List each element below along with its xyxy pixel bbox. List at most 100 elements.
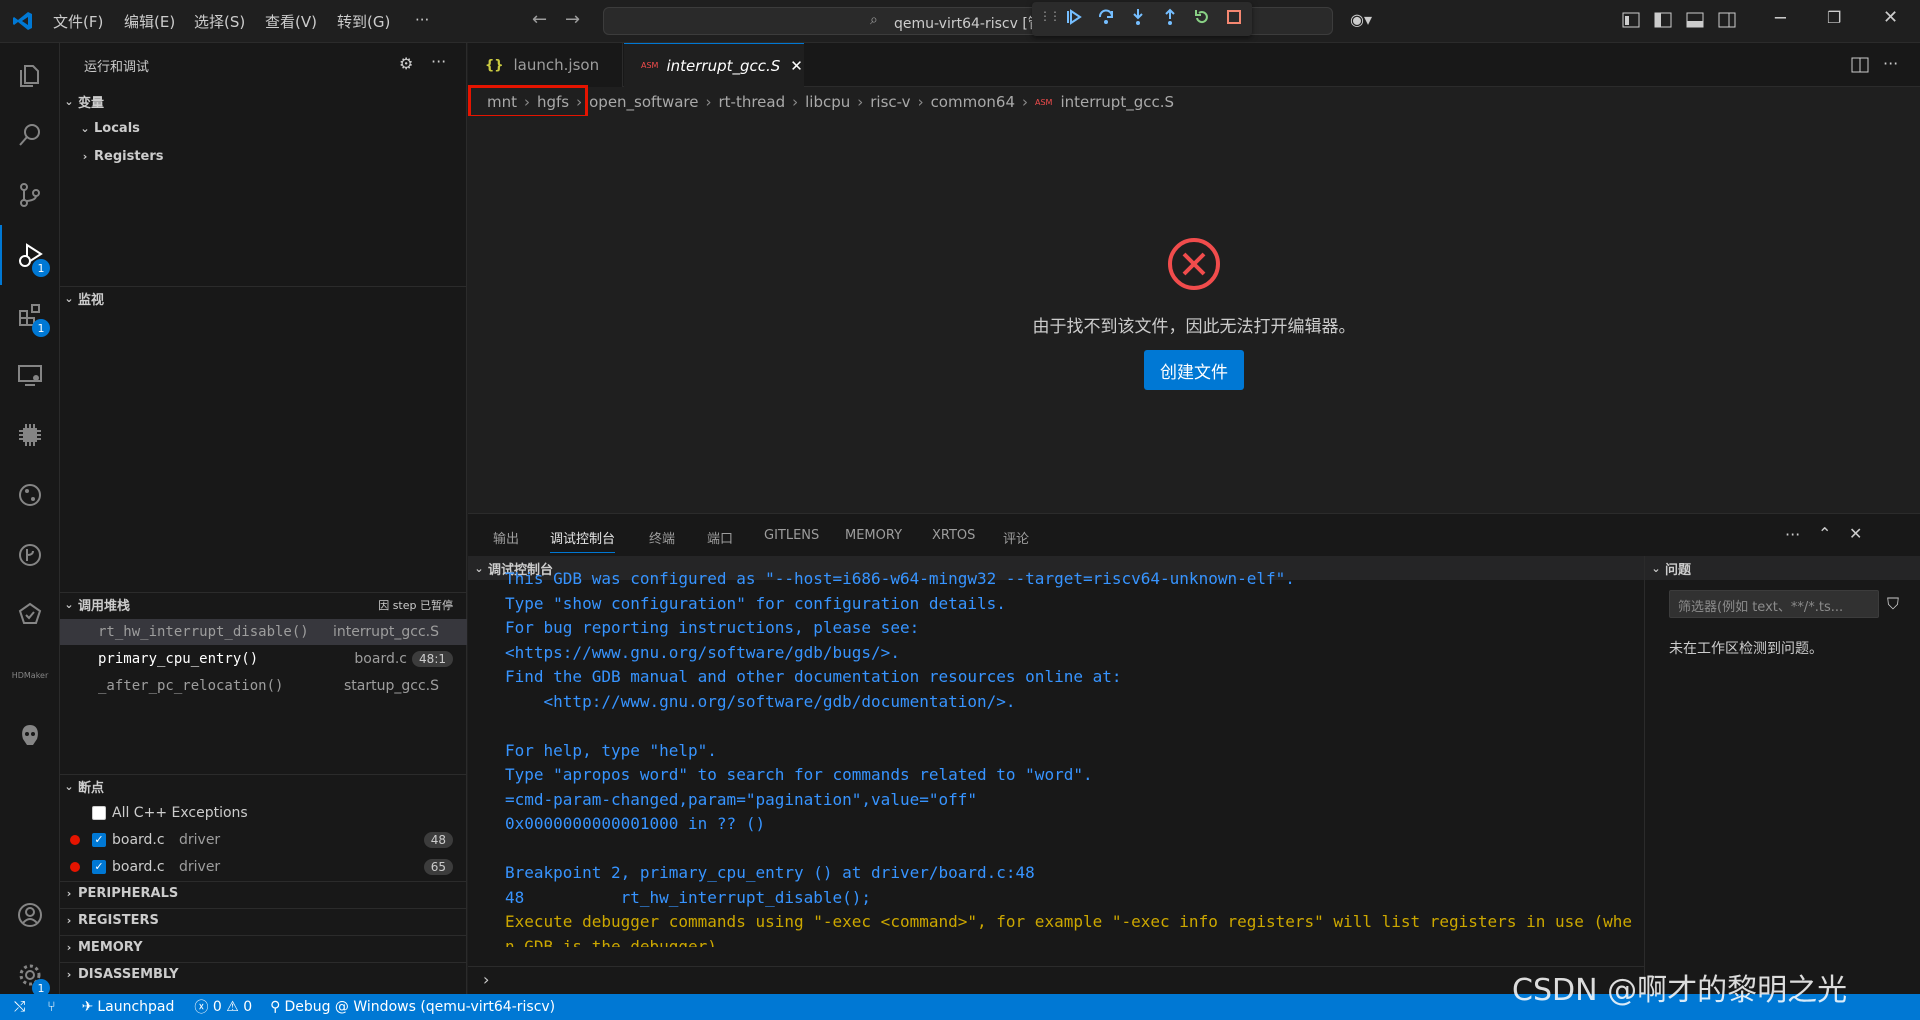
problems-status[interactable]: ⓧ 0 ⚠ 0 <box>194 997 252 1017</box>
account-icon[interactable] <box>0 885 60 945</box>
watch-section-header[interactable]: ⌄ 监视 <box>60 286 467 310</box>
toggle-panel-icon[interactable] <box>1686 12 1704 28</box>
debug-status[interactable]: ⚲ Debug @ Windows (qemu-virt64-riscv) <box>270 999 555 1015</box>
menu-file[interactable]: 文件(F) <box>53 11 103 32</box>
copilot-icon[interactable]: ◉▾ <box>1350 10 1372 29</box>
nav-back-icon[interactable]: ← <box>532 9 547 30</box>
breadcrumb-item[interactable]: open_software <box>589 93 698 111</box>
gitlens-icon[interactable] <box>0 525 60 585</box>
continue-icon[interactable] <box>1065 8 1083 26</box>
tab-ports[interactable]: 端口 <box>707 528 733 547</box>
create-file-button[interactable]: 创建文件 <box>1144 350 1244 390</box>
sidebar-title: 运行和调试 <box>84 60 150 75</box>
tab-launch-json[interactable]: {} launch.json <box>468 43 623 87</box>
close-window-icon[interactable]: ✕ <box>1883 7 1898 28</box>
memory-section-header[interactable]: › MEMORY <box>60 935 467 959</box>
tab-comments[interactable]: 评论 <box>1003 528 1029 547</box>
variables-section-header[interactable]: ⌄ 变量 <box>60 89 467 113</box>
debug-settings-gear-icon[interactable]: ⚙ <box>399 54 413 73</box>
restart-icon[interactable] <box>1193 8 1211 26</box>
menu-go[interactable]: 转到(G) <box>337 11 390 32</box>
git-graph-icon[interactable] <box>0 465 60 525</box>
console-input[interactable]: › <box>468 966 1644 995</box>
console-line: Type "apropos word" to search for comman… <box>505 765 1093 784</box>
debug-console-output[interactable]: This GDB was configured as "--host=i686-… <box>468 567 1644 947</box>
source-control-icon[interactable] <box>0 165 60 225</box>
editor-more-icon[interactable]: ··· <box>1883 54 1898 73</box>
checkbox[interactable] <box>92 806 106 820</box>
debug-status-label: Debug @ Windows (qemu-virt64-riscv) <box>284 999 556 1015</box>
menu-edit[interactable]: 编辑(E) <box>124 11 175 32</box>
chip-icon[interactable] <box>0 405 60 465</box>
breakpoint-item[interactable]: ✓ board.c driver 48 <box>60 827 467 853</box>
close-panel-icon[interactable]: ✕ <box>1849 524 1862 543</box>
sidebar-more-icon[interactable]: ··· <box>431 52 446 71</box>
disassembly-section-header[interactable]: › DISASSEMBLY <box>60 962 467 986</box>
callstack-frame[interactable]: _after_pc_relocation() startup_gcc.S <box>60 673 467 699</box>
breadcrumb-item[interactable]: interrupt_gcc.S <box>1060 93 1174 111</box>
breadcrumb-item[interactable]: rt-thread <box>718 93 785 111</box>
registers-scope[interactable]: › Registers <box>60 143 467 169</box>
problems-filter-input[interactable]: 筛选器(例如 text、**/*.ts... <box>1669 590 1879 618</box>
breakpoints-section-header[interactable]: ⌄ 断点 <box>60 774 467 798</box>
hdmaker-icon[interactable]: HDMaker <box>0 645 60 705</box>
breadcrumb: mnt › hgfs › open_software › rt-thread › lib… <box>468 85 1920 118</box>
menu-view[interactable]: 查看(V) <box>265 11 317 32</box>
split-editor-icon[interactable] <box>1851 57 1869 73</box>
tab-debug-console[interactable]: 调试控制台 <box>550 528 616 553</box>
close-tab-icon[interactable]: ✕ <box>790 57 803 75</box>
breadcrumb-item[interactable]: libcpu <box>805 93 850 111</box>
breadcrumb-item[interactable]: common64 <box>931 93 1015 111</box>
checkbox-checked[interactable]: ✓ <box>92 860 106 874</box>
exception-breakpoint[interactable]: All C++ Exceptions <box>60 800 467 826</box>
menu-more[interactable]: ··· <box>415 11 429 29</box>
tab-interrupt-gcc[interactable]: ASM interrupt_gcc.S ✕ <box>624 43 804 87</box>
callstack-frame[interactable]: rt_hw_interrupt_disable() interrupt_gcc.S <box>60 619 467 645</box>
breakpoint-dir: driver <box>179 832 221 848</box>
step-over-icon[interactable] <box>1097 8 1115 26</box>
panel-more-icon[interactable]: ··· <box>1785 525 1800 544</box>
step-into-icon[interactable] <box>1129 8 1147 26</box>
problems-header[interactable]: ⌄ 问题 <box>1645 556 1920 580</box>
customize-layout-icon[interactable] <box>1622 12 1640 28</box>
breadcrumb-item[interactable]: risc-v <box>870 93 910 111</box>
locals-scope[interactable]: ⌄ Locals <box>60 115 467 141</box>
launchpad-item[interactable]: ✈ Launchpad <box>82 999 175 1015</box>
registers-section-header[interactable]: › REGISTERS <box>60 908 467 932</box>
run-debug-icon[interactable]: 1 <box>0 225 60 285</box>
menu-selection[interactable]: 选择(S) <box>194 11 245 32</box>
platformio-icon[interactable] <box>0 705 60 765</box>
watermark: CSDN @啊才的黎明之光 <box>1512 973 1848 1008</box>
stop-icon[interactable] <box>1225 8 1243 26</box>
tab-terminal[interactable]: 终端 <box>649 528 675 547</box>
extensions-icon[interactable]: 1 <box>0 285 60 345</box>
checkbox-checked[interactable]: ✓ <box>92 833 106 847</box>
breakpoint-dot-icon <box>70 835 80 845</box>
toggle-sidebar-icon[interactable] <box>1654 12 1672 28</box>
tab-gitlens[interactable]: GITLENS <box>764 528 819 543</box>
git-graph-status-icon[interactable]: ⑂ <box>47 999 55 1015</box>
step-out-icon[interactable] <box>1161 8 1179 26</box>
testing-icon[interactable] <box>0 585 60 645</box>
peripherals-section-header[interactable]: › PERIPHERALS <box>60 881 467 905</box>
remote-explorer-icon[interactable] <box>0 345 60 405</box>
search-icon[interactable] <box>0 105 60 165</box>
chevron-right-icon: › <box>792 93 799 111</box>
tab-output[interactable]: 输出 <box>493 528 519 547</box>
restore-icon[interactable]: ❐ <box>1827 8 1841 27</box>
warning-status-icon: ⚠ <box>226 999 239 1015</box>
filter-icon[interactable]: ⛉ <box>1887 594 1899 614</box>
drag-handle-icon[interactable]: ⋮⋮ <box>1039 9 1061 23</box>
breakpoint-item[interactable]: ✓ board.c driver 65 <box>60 854 467 880</box>
remote-indicator-icon[interactable]: ⤭ <box>14 999 25 1015</box>
callstack-frame[interactable]: primary_cpu_entry() board.c 48:1 <box>60 646 467 672</box>
explorer-icon[interactable] <box>0 45 60 105</box>
nav-forward-icon[interactable]: → <box>565 9 580 30</box>
minimize-icon[interactable]: ─ <box>1775 8 1786 29</box>
tab-xrtos[interactable]: XRTOS <box>932 528 975 543</box>
tab-memory[interactable]: MEMORY <box>845 528 902 543</box>
maximize-panel-icon[interactable]: ⌃ <box>1818 524 1831 543</box>
toggle-secondary-sidebar-icon[interactable] <box>1718 12 1736 28</box>
callstack-section-header[interactable]: ⌄ 调用堆栈 因 step 已暂停 <box>60 592 467 616</box>
chevron-down-icon: ⌄ <box>64 292 74 305</box>
